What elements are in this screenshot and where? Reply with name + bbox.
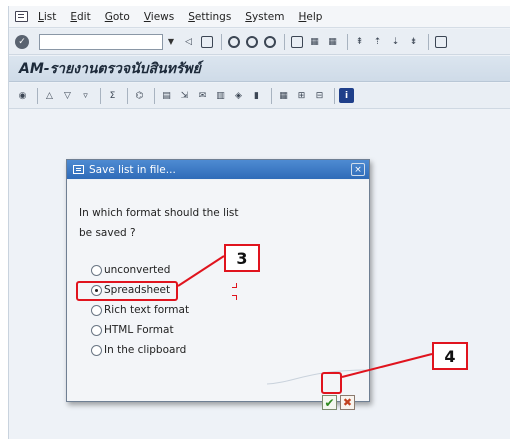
application-toolbar: ◉ △ ▽ ▿ Σ ⌬ ▤ ⇲ ✉ ▥ ◈ ▮ ▦ ⊞ ⊟ i: [9, 83, 510, 109]
step-3-callout: 3: [224, 244, 260, 272]
toolbar-separator: [221, 33, 222, 50]
exit-icon[interactable]: [244, 34, 259, 49]
dialog-title: Save list in file...: [89, 163, 176, 176]
system-menu-icon[interactable]: [15, 11, 28, 22]
menu-system[interactable]: System: [245, 11, 284, 23]
menu-views[interactable]: Views: [144, 11, 174, 23]
filter-set-icon[interactable]: ▿: [78, 88, 93, 103]
toolbar-separator: [284, 33, 285, 50]
menu-settings[interactable]: Settings: [188, 11, 231, 23]
menu-goto[interactable]: Goto: [105, 11, 130, 23]
cancel-icon[interactable]: [262, 34, 277, 49]
filter-icon[interactable]: ▽: [60, 88, 75, 103]
dialog-title-bar: Save list in file... ×: [67, 160, 369, 179]
save-icon[interactable]: [199, 34, 214, 49]
sum-icon[interactable]: Σ: [105, 88, 120, 103]
toolbar-separator: [334, 87, 335, 104]
radio-rich-text[interactable]: [91, 304, 102, 316]
layout-icon[interactable]: ▤: [159, 88, 174, 103]
menu-bar: List Edit Goto Views Settings System Hel…: [9, 6, 510, 28]
option-html[interactable]: HTML Format: [91, 324, 174, 336]
next-page-icon[interactable]: ⇣: [388, 34, 403, 49]
cancel-button[interactable]: ✖: [340, 395, 355, 410]
toolbar-separator: [100, 87, 101, 104]
green-circle-icon[interactable]: [226, 34, 241, 49]
page-title: AM-รายงานตรวจนับสินทรัพย์: [19, 60, 201, 77]
export-icon[interactable]: ⇲: [177, 88, 192, 103]
option-unconverted[interactable]: unconverted: [91, 264, 170, 276]
info-icon[interactable]: i: [339, 88, 354, 103]
step-4-callout: 4: [432, 342, 468, 370]
menu-help[interactable]: Help: [298, 11, 322, 23]
command-field[interactable]: [39, 33, 163, 50]
first-page-icon[interactable]: ⇞: [352, 34, 367, 49]
radio-clipboard[interactable]: [91, 344, 102, 356]
screen-title-bar: AM-รายงานตรวจนับสินทรัพย์: [9, 56, 510, 82]
close-icon[interactable]: ×: [351, 163, 365, 176]
format-question: In which format should the list be saved…: [79, 207, 239, 239]
delete-col-icon[interactable]: ⊟: [312, 88, 327, 103]
find-next-icon[interactable]: ▦: [325, 34, 340, 49]
radio-unconverted[interactable]: [91, 264, 102, 276]
window-icon: [73, 165, 84, 174]
corner-mark: [232, 283, 237, 288]
subtotal-icon[interactable]: ⌬: [132, 88, 147, 103]
option-clipboard[interactable]: In the clipboard: [91, 344, 186, 356]
grid-icon[interactable]: ▦: [276, 88, 291, 103]
menu-edit[interactable]: Edit: [70, 11, 90, 23]
standard-toolbar: ✓ ▼ ◁ ▦ ▦ ⇞ ⇡ ⇣ ⇟: [9, 29, 510, 55]
back-icon[interactable]: ◁: [181, 34, 196, 49]
toolbar-separator: [347, 33, 348, 50]
graphic-icon[interactable]: ▮: [249, 88, 264, 103]
abc-icon[interactable]: ◈: [231, 88, 246, 103]
detail-icon[interactable]: ◉: [15, 88, 30, 103]
highlight-spreadsheet: [76, 281, 178, 301]
radio-html[interactable]: [91, 324, 102, 336]
enter-icon[interactable]: ✓: [15, 34, 29, 49]
highlight-continue: [321, 372, 342, 394]
print-icon[interactable]: [289, 34, 304, 49]
continue-button[interactable]: ✔: [322, 395, 337, 410]
insert-col-icon[interactable]: ⊞: [294, 88, 309, 103]
mail-icon[interactable]: ✉: [195, 88, 210, 103]
toolbar-separator: [154, 87, 155, 104]
toolbar-separator: [271, 87, 272, 104]
last-page-icon[interactable]: ⇟: [406, 34, 421, 49]
toolbar-separator: [37, 87, 38, 104]
prev-page-icon[interactable]: ⇡: [370, 34, 385, 49]
toolbar-separator: [127, 87, 128, 104]
corner-mark: [232, 295, 237, 300]
spreadsheet-icon[interactable]: ▥: [213, 88, 228, 103]
sort-asc-icon[interactable]: △: [42, 88, 57, 103]
find-icon[interactable]: ▦: [307, 34, 322, 49]
toolbar-separator: [428, 33, 429, 50]
new-session-icon[interactable]: [433, 34, 448, 49]
menu-list[interactable]: List: [38, 11, 56, 23]
chevron-down-icon[interactable]: ▼: [165, 34, 177, 50]
option-rich-text[interactable]: Rich text format: [91, 304, 189, 316]
